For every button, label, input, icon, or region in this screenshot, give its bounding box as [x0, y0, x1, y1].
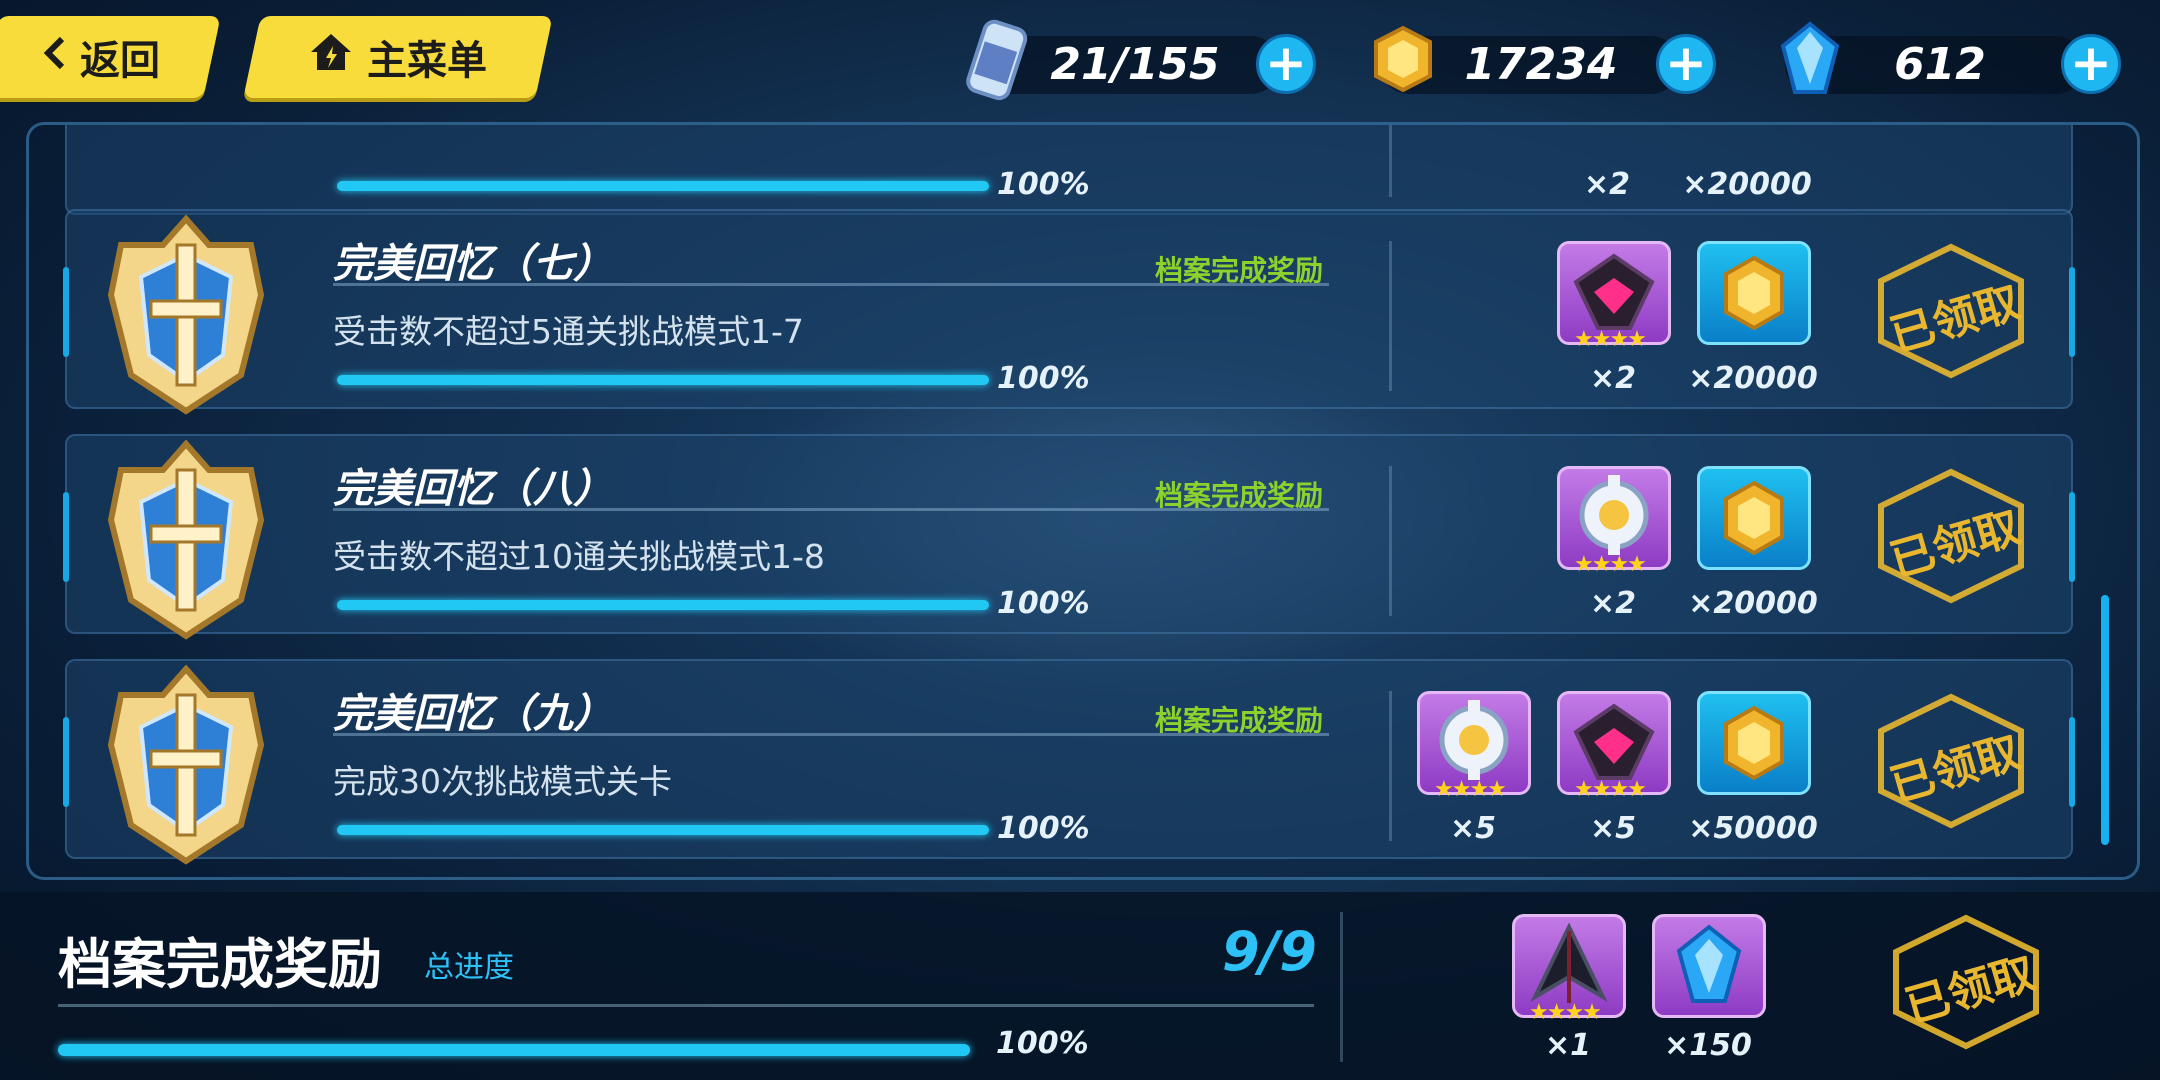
summary-title: 档案完成奖励: [58, 933, 382, 996]
star-rating: ★★★★: [1434, 777, 1507, 802]
progress-fill: [337, 825, 989, 835]
reward-quantity: ×5: [1589, 811, 1636, 846]
achievement-title: 完美回忆（九）: [333, 691, 613, 737]
claimed-stamp: 已领取: [1871, 466, 2031, 606]
crystals-value: 612: [1894, 39, 1986, 90]
progress-percent: 100%: [997, 586, 1090, 621]
row-divider: [1389, 125, 1392, 197]
title-underline: [333, 508, 1329, 511]
chevron-left-icon: [42, 34, 66, 80]
achievement-description: 受击数不超过5通关挑战模式1-7: [333, 312, 804, 351]
add-stamina-button[interactable]: +: [1256, 34, 1316, 94]
summary-progress-bar: [58, 1044, 970, 1056]
progress-fill: [337, 600, 989, 610]
reward-quantity: ×2: [1583, 167, 1630, 202]
add-crystals-button[interactable]: +: [2061, 34, 2121, 94]
achievement-title: 完美回忆（七）: [333, 241, 613, 287]
achievement-title: 完美回忆（八）: [333, 466, 613, 512]
main-menu-label: 主菜单: [367, 38, 487, 84]
title-underline: [333, 283, 1329, 286]
summary-divider: [1340, 912, 1343, 1062]
summary-underline: [58, 1004, 1314, 1007]
main-menu-button[interactable]: 主菜单: [243, 16, 553, 98]
claimed-stamp: 已领取: [1886, 912, 2046, 1052]
stamina-value: 21/155: [1050, 39, 1220, 90]
claimed-stamp: 已领取: [1871, 241, 2031, 381]
coins-display: 17234 +: [1350, 25, 1720, 98]
progress-percent: 100%: [997, 361, 1090, 396]
row-edge-marker: [63, 492, 69, 582]
row-edge-marker: [2069, 267, 2075, 357]
coin-icon: [1370, 24, 1436, 98]
scrollbar[interactable]: [2101, 595, 2109, 845]
progress-bar: [337, 375, 989, 385]
coin-icon[interactable]: [1697, 241, 1811, 345]
home-icon: [309, 32, 353, 82]
medal-icon: [91, 664, 281, 865]
stamina-display: 21/155 +: [950, 19, 1320, 101]
row-divider: [1389, 241, 1392, 391]
row-edge-marker: [2069, 717, 2075, 807]
reward-quantity: ×2: [1589, 361, 1636, 396]
stigmata-triangle-icon[interactable]: ★★★★: [1557, 691, 1671, 802]
summary-progress-percent: 100%: [996, 1026, 1089, 1061]
achievement-list[interactable]: 100% ×2 ×20000 完美回忆（七） 档案完成奖励 受击数不超过5通关挑…: [26, 122, 2140, 880]
reward-quantity: ×5: [1449, 811, 1496, 846]
progress-fill: [337, 181, 989, 191]
add-coins-button[interactable]: +: [1656, 34, 1716, 94]
star-rating: ★★★★: [1529, 1000, 1602, 1025]
coin-icon[interactable]: [1697, 691, 1811, 795]
back-button[interactable]: 返回: [0, 16, 221, 98]
reward-quantity: ×20000: [1682, 167, 1812, 202]
list-item: 完美回忆（八） 档案完成奖励 受击数不超过10通关挑战模式1-8 100% ★★…: [63, 434, 2075, 640]
achievement-description: 受击数不超过10通关挑战模式1-8: [333, 537, 825, 576]
archive-summary: 档案完成奖励 总进度 9/9 100% ★★★★ ×1 ×150 已领取: [0, 892, 2160, 1080]
star-rating: ★★★★: [1574, 552, 1647, 577]
row-edge-marker: [2069, 492, 2075, 582]
stamina-can-icon: [962, 16, 1032, 106]
stigmata-triangle-icon[interactable]: ★★★★: [1557, 241, 1671, 352]
row-divider: [1389, 466, 1392, 616]
coin-icon[interactable]: [1697, 466, 1811, 570]
reward-quantity: ×20000: [1688, 586, 1818, 621]
list-item: 完美回忆（九） 档案完成奖励 完成30次挑战模式关卡 100% ★★★★ ★★★…: [63, 659, 2075, 865]
crystals-display: 612 +: [1755, 21, 2125, 98]
row-edge-marker: [63, 267, 69, 357]
reward-quantity: ×2: [1589, 586, 1636, 621]
material-gear-icon[interactable]: ★★★★: [1557, 466, 1671, 577]
progress-percent: 100%: [997, 811, 1090, 846]
progress-bar: [337, 600, 989, 610]
coins-value: 17234: [1464, 39, 1618, 90]
reward-quantity: ×150: [1664, 1028, 1752, 1063]
back-label: 返回: [80, 38, 160, 84]
medal-icon: [91, 214, 281, 415]
reward-quantity: ×20000: [1688, 361, 1818, 396]
progress-bar: [337, 825, 989, 835]
summary-subtitle: 总进度: [424, 950, 514, 985]
progress-percent: 100%: [997, 167, 1090, 202]
achievement-description: 完成30次挑战模式关卡: [333, 762, 672, 801]
reward-quantity: ×1: [1544, 1028, 1591, 1063]
medal-icon: [91, 439, 281, 640]
row-edge-marker: [63, 717, 69, 807]
progress-bar: [337, 181, 989, 191]
reward-quantity: ×50000: [1688, 811, 1818, 846]
star-rating: ★★★★: [1574, 327, 1647, 352]
crystal-icon: [1775, 18, 1845, 102]
title-underline: [333, 733, 1329, 736]
claimed-stamp: 已领取: [1871, 691, 2031, 831]
summary-progress-fill: [58, 1044, 970, 1056]
row-divider: [1389, 691, 1392, 841]
star-rating: ★★★★: [1574, 777, 1647, 802]
list-item: 100% ×2 ×20000: [65, 125, 2073, 215]
crystal-icon[interactable]: [1652, 914, 1766, 1018]
summary-count: 9/9: [1222, 920, 1317, 983]
weapon-icon[interactable]: ★★★★: [1512, 914, 1626, 1025]
list-item: 完美回忆（七） 档案完成奖励 受击数不超过5通关挑战模式1-7 100% ★★★…: [63, 209, 2075, 415]
material-gear-icon[interactable]: ★★★★: [1417, 691, 1531, 802]
progress-fill: [337, 375, 989, 385]
